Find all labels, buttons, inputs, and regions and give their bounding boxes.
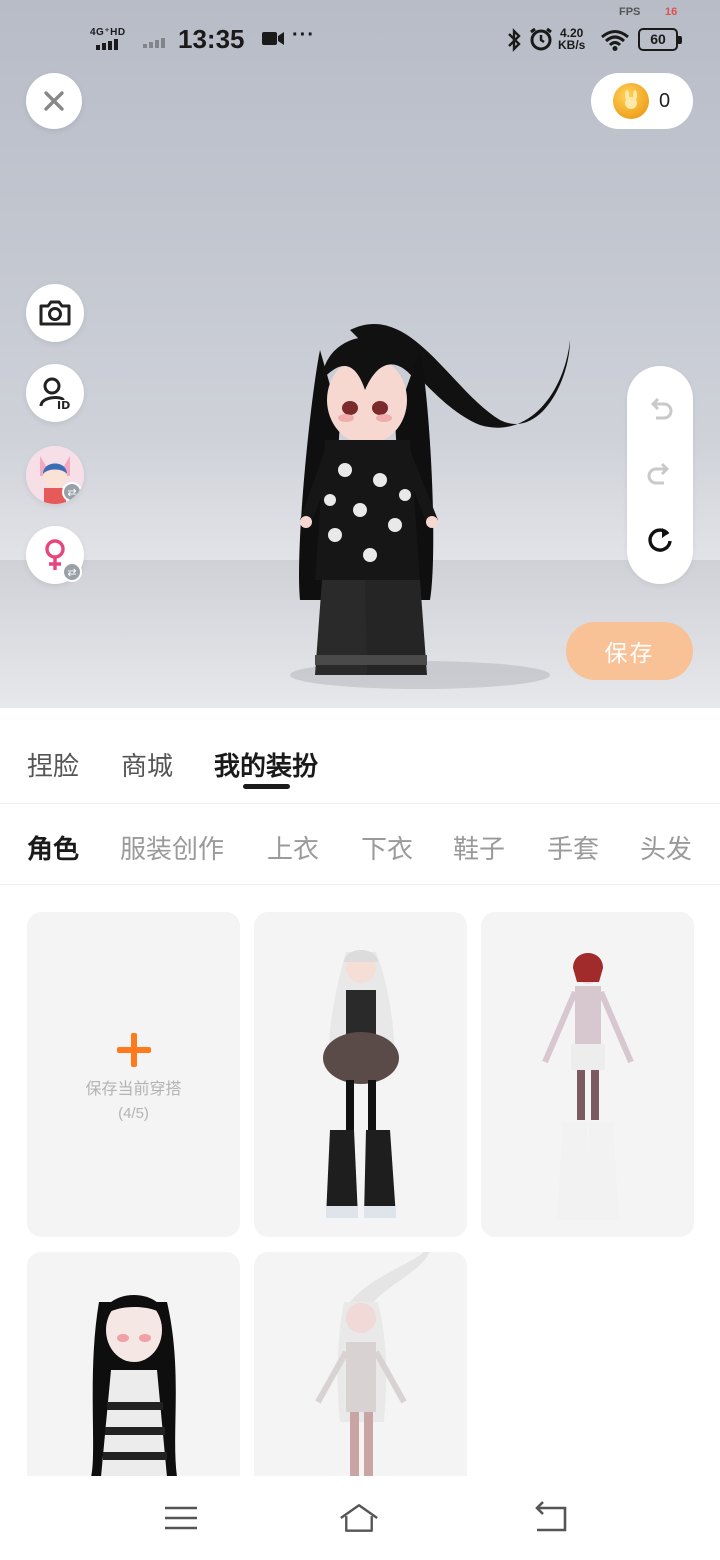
back-icon[interactable] xyxy=(529,1498,569,1538)
more-notifications-icon: ··· xyxy=(292,24,315,46)
switch-gender-button[interactable]: ⇄ xyxy=(26,526,84,584)
category-bottoms[interactable]: 下衣 xyxy=(361,829,413,866)
category-shoes[interactable]: 鞋子 xyxy=(453,829,505,866)
bluetooth-icon xyxy=(508,28,521,52)
currency-balance[interactable]: 0 xyxy=(591,73,693,129)
signal-2-icon xyxy=(143,38,165,48)
category-character[interactable]: 角色 xyxy=(27,829,79,866)
outfit-grid: 保存当前穿搭 (4/5) xyxy=(0,886,720,1476)
category-tabs: 角色 服装创作 上衣 下衣 鞋子 手套 头发 xyxy=(0,805,720,885)
signal-icon xyxy=(96,39,118,50)
fps-value: 16 xyxy=(665,6,678,18)
outfit-preview-image xyxy=(91,1295,177,1476)
close-button[interactable] xyxy=(26,73,82,129)
network-type: 4G⁺HD xyxy=(90,27,126,38)
tab-shop[interactable]: 商城 xyxy=(121,746,173,783)
avatar-id-button[interactable]: ID xyxy=(26,364,84,422)
currency-amount: 0 xyxy=(659,89,671,112)
coin-icon xyxy=(613,83,649,119)
tab-face[interactable]: 捏脸 xyxy=(27,746,79,783)
camera-icon xyxy=(39,300,71,326)
outfit-card[interactable] xyxy=(481,912,694,1237)
outfit-preview-image xyxy=(315,1252,430,1476)
status-bar: 4G⁺HD 13:35 ··· FPS 16 4.20 KB/s 60 xyxy=(0,0,720,70)
close-icon xyxy=(44,91,64,111)
category-hair[interactable]: 头发 xyxy=(640,829,692,866)
save-outfit-label: 保存当前穿搭 xyxy=(85,1081,182,1098)
screen-record-icon xyxy=(262,32,284,45)
history-controls xyxy=(627,366,693,584)
reset-icon[interactable] xyxy=(644,524,676,556)
outfit-preview-image xyxy=(323,950,399,1218)
user-id-icon: ID xyxy=(39,377,70,410)
tab-indicator xyxy=(243,784,290,789)
avatar-model[interactable] xyxy=(270,300,600,700)
category-tops[interactable]: 上衣 xyxy=(267,829,319,866)
save-button[interactable]: 保存 xyxy=(566,622,693,680)
outfit-card[interactable] xyxy=(254,912,467,1237)
category-outfit-creation[interactable]: 服装创作 xyxy=(120,829,224,866)
main-tabs: 捏脸 商城 我的装扮 xyxy=(0,708,720,804)
clock: 13:35 xyxy=(178,24,245,54)
system-navigation-bar xyxy=(0,1476,720,1560)
outfit-card[interactable] xyxy=(27,1252,240,1476)
fps-label: FPS xyxy=(619,6,641,18)
camera-button[interactable] xyxy=(26,284,84,342)
switch-character-button[interactable]: ⇄ xyxy=(26,446,84,504)
menu-icon[interactable] xyxy=(161,1498,201,1538)
alarm-icon xyxy=(530,27,552,51)
battery-indicator: 60 xyxy=(638,28,682,51)
outfit-card[interactable] xyxy=(254,1252,467,1476)
undo-icon[interactable] xyxy=(644,394,676,426)
outfit-count: (4/5) xyxy=(118,1105,149,1122)
svg-text:ID: ID xyxy=(57,399,70,410)
outfit-preview-image xyxy=(542,953,634,1220)
save-current-outfit-card[interactable]: 保存当前穿搭 (4/5) xyxy=(27,912,240,1237)
network-speed: 4.20 KB/s xyxy=(558,26,586,52)
wifi-icon xyxy=(601,30,629,51)
plus-icon xyxy=(116,1033,151,1067)
category-gloves[interactable]: 手套 xyxy=(547,829,599,866)
swap-icon: ⇄ xyxy=(62,482,82,502)
home-icon[interactable] xyxy=(339,1498,379,1538)
redo-icon[interactable] xyxy=(644,459,676,491)
tab-my-outfits[interactable]: 我的装扮 xyxy=(214,746,318,783)
swap-icon: ⇄ xyxy=(62,562,82,582)
